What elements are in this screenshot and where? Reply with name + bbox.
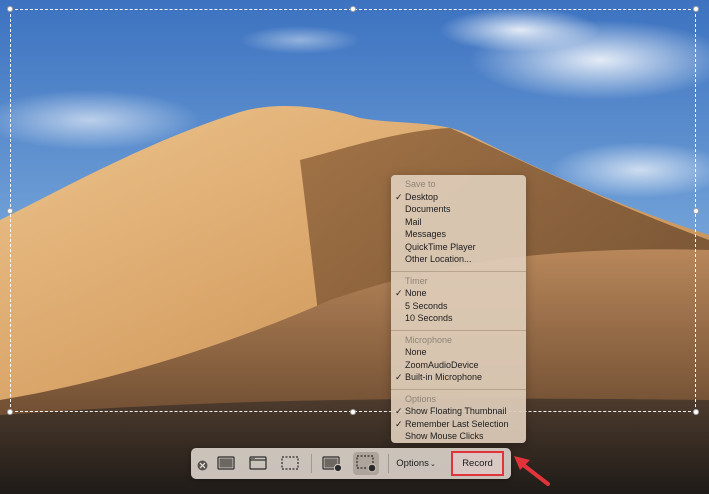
selection-handle-top-right[interactable] (693, 6, 699, 12)
selection-handle-middle-left[interactable] (7, 208, 13, 214)
menu-separator (391, 270, 526, 272)
menu-item-quicktime-player[interactable]: QuickTime Player (391, 241, 526, 254)
menu-item-label: Show Mouse Clicks (405, 431, 484, 441)
capture-entire-screen-button[interactable] (213, 452, 239, 475)
annotation-arrow-icon (514, 456, 550, 486)
record-entire-screen-icon (322, 456, 343, 473)
menu-separator (391, 388, 526, 390)
menu-item-5-seconds[interactable]: 5 Seconds (391, 300, 526, 313)
checkmark-icon: ✓ (395, 288, 403, 298)
menu-section-options: Options ✓ Show Floating Thumbnail ✓ Rememb… (391, 393, 526, 446)
menu-item-label: ZoomAudioDevice (405, 359, 479, 370)
selection-handle-top-left[interactable] (7, 6, 13, 12)
menu-item-label: Show Floating Thumbnail (405, 406, 507, 416)
menu-item-label: None (405, 347, 427, 357)
capture-selection-button[interactable] (277, 452, 303, 475)
menu-item-10-seconds[interactable]: 10 Seconds (391, 312, 526, 325)
menu-item-label: Messages (405, 229, 447, 239)
capture-selection-icon (281, 456, 299, 470)
options-button-label: Options (396, 458, 429, 469)
capture-window-icon (249, 456, 267, 470)
menu-item-label: Mail (405, 216, 422, 227)
capture-selection-area[interactable] (10, 9, 696, 412)
menu-item-label: 10 Seconds (405, 313, 453, 323)
menu-heading-microphone: Microphone (405, 334, 453, 345)
menu-item-remember-last-selection[interactable]: ✓ Remember Last Selection (391, 418, 526, 431)
capture-window-button[interactable] (245, 452, 271, 475)
menu-item-documents[interactable]: Documents (391, 203, 526, 216)
menu-heading-save-to: Save to (405, 179, 436, 189)
menu-item-label: 5 Seconds (405, 300, 448, 311)
menu-item-show-mouse-clicks[interactable]: Show Mouse Clicks (391, 430, 526, 443)
selection-handle-bottom-left[interactable] (7, 409, 13, 415)
options-menu: Save to ✓ Desktop Documents Mail Messages… (391, 175, 526, 443)
menu-item-label: Built-in Microphone (405, 372, 483, 382)
record-button-label: Record (462, 458, 493, 469)
toolbar-divider (388, 454, 389, 473)
menu-item-desktop[interactable]: ✓ Desktop (391, 191, 526, 204)
selection-handle-top-center[interactable] (350, 6, 356, 12)
chevron-down-icon: ⌄ (429, 461, 436, 468)
close-icon[interactable] (197, 458, 208, 471)
capture-entire-screen-icon (217, 456, 235, 470)
menu-item-zoom-audio-device[interactable]: ZoomAudioDevice (391, 359, 526, 372)
menu-item-show-floating-thumbnail[interactable]: ✓ Show Floating Thumbnail (391, 405, 526, 418)
menu-item-label: None (405, 288, 427, 298)
menu-item-label: Other Location... (405, 254, 472, 264)
menu-item-timer-none[interactable]: ✓ None (391, 287, 526, 300)
menu-item-label: Desktop (405, 191, 439, 202)
menu-separator (391, 329, 526, 331)
menu-item-other-location[interactable]: Other Location... (391, 253, 526, 266)
checkmark-icon: ✓ (395, 406, 403, 416)
menu-item-mail[interactable]: Mail (391, 216, 526, 229)
record-button[interactable]: Record (451, 451, 504, 476)
record-selection-button[interactable] (353, 452, 379, 475)
toolbar-divider (311, 454, 312, 473)
menu-item-microphone-none[interactable]: None (391, 346, 526, 359)
menu-item-label: Remember Last Selection (405, 418, 509, 429)
menu-item-label: QuickTime Player (405, 241, 476, 252)
options-button[interactable]: Options⌄ (392, 455, 440, 472)
menu-heading-timer: Timer (405, 275, 428, 286)
menu-section-save-to: Save to ✓ Desktop Documents Mail Messages… (391, 178, 526, 269)
checkmark-icon: ✓ (395, 191, 403, 202)
checkmark-icon: ✓ (395, 418, 403, 429)
menu-section-timer: Timer ✓ None 5 Seconds 10 Seconds (391, 275, 526, 328)
checkmark-icon: ✓ (395, 372, 403, 382)
menu-item-label: Documents (405, 204, 451, 214)
record-selection-icon (356, 455, 377, 473)
menu-item-messages[interactable]: Messages (391, 228, 526, 241)
menu-section-microphone: Microphone None ZoomAudioDevice ✓ Built-i… (391, 334, 526, 387)
screenshot-toolbar: Options⌄ Record (191, 448, 511, 479)
selection-handle-bottom-center[interactable] (350, 409, 356, 415)
selection-handle-middle-right[interactable] (693, 208, 699, 214)
record-entire-screen-button[interactable] (319, 452, 345, 475)
menu-heading-options: Options (405, 393, 437, 404)
menu-item-built-in-microphone[interactable]: ✓ Built-in Microphone (391, 371, 526, 384)
selection-handle-bottom-right[interactable] (693, 409, 699, 415)
